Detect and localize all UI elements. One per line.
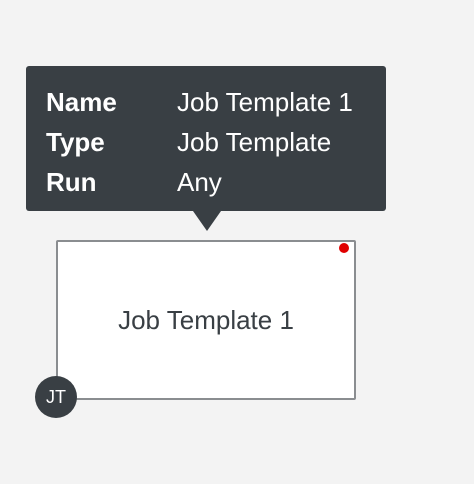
node-label: Job Template 1 [118,305,294,335]
tooltip-key: Run [46,167,97,197]
tooltip-row-name: Name Job Template 1 [46,82,386,122]
tooltip-arrow [193,211,221,231]
workflow-canvas: Name Job Template 1 Type Job Template Ru… [0,0,474,484]
node-tooltip: Name Job Template 1 Type Job Template Ru… [26,66,386,211]
tooltip-value: Job Template [177,127,332,157]
workflow-node[interactable]: Job Template 1 [56,240,356,400]
tooltip-value: Any [177,167,222,197]
tooltip-row-type: Type Job Template [46,122,386,162]
node-status-indicator [339,243,349,253]
node-type-badge: JT [35,376,77,418]
tooltip-key: Type [46,127,105,157]
tooltip-row-run: Run Any [46,162,386,202]
tooltip-key: Name [46,87,117,117]
tooltip-value: Job Template 1 [177,87,353,117]
